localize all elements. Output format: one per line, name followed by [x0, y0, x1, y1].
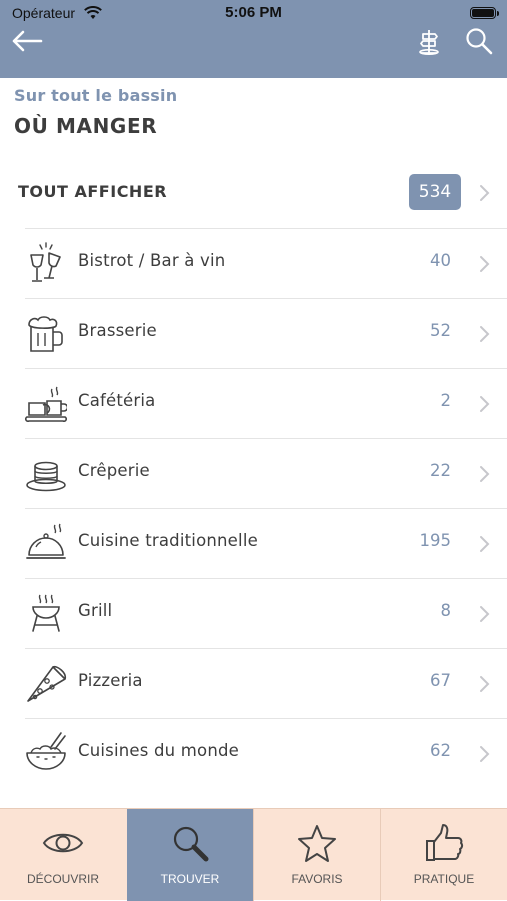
- tab-label: PRATIQUE: [413, 872, 475, 886]
- tab-pratique[interactable]: PRATIQUE: [381, 809, 507, 901]
- category-count: 195: [419, 531, 452, 550]
- category-row-creperie[interactable]: Crêperie 22: [25, 438, 507, 508]
- tab-label: DÉCOUVRIR: [26, 872, 99, 886]
- chevron-right-icon: [480, 326, 490, 342]
- star-icon: [298, 825, 336, 862]
- chevron-right-icon: [480, 536, 490, 552]
- thumbs-up-icon: [426, 824, 464, 861]
- chevron-right-icon: [480, 746, 490, 762]
- beer-mug-icon: [28, 316, 63, 352]
- search-icon: [466, 28, 493, 55]
- wine-glasses-icon: [30, 242, 61, 282]
- tab-label: TROUVER: [160, 872, 220, 886]
- tab-divider: [380, 809, 381, 901]
- tab-favoris[interactable]: FAVORIS: [254, 809, 380, 901]
- category-label: Grill: [78, 601, 113, 620]
- category-count: 8: [440, 601, 452, 620]
- category-label: Crêperie: [78, 461, 150, 480]
- category-label: Cafétéria: [78, 391, 156, 410]
- category-label: Bistrot / Bar à vin: [78, 251, 226, 270]
- status-bar: Opérateur 5:06 PM: [0, 0, 507, 28]
- chevron-right-icon: [480, 606, 490, 622]
- chevron-right-icon: [480, 676, 490, 692]
- category-count: 40: [430, 251, 451, 270]
- category-row-cuisines-du-monde[interactable]: Cuisines du monde 62: [25, 718, 507, 788]
- search-button[interactable]: [462, 26, 496, 56]
- crepe-stack-icon: [26, 461, 66, 492]
- chevron-right-icon: [480, 396, 490, 412]
- show-all-row[interactable]: TOUT AFFICHER 534: [0, 160, 507, 226]
- category-count: 2: [440, 391, 452, 410]
- category-label: Pizzeria: [78, 671, 143, 690]
- chevron-right-icon: [480, 256, 490, 272]
- category-row-grill[interactable]: Grill 8: [25, 578, 507, 648]
- pizza-slice-icon: [27, 665, 67, 702]
- cloche-icon: [26, 523, 66, 559]
- page-title: OÙ MANGER: [14, 114, 158, 138]
- category-count: 67: [430, 671, 451, 690]
- category-label: Cuisines du monde: [78, 741, 240, 760]
- bowl-chopsticks-icon: [26, 732, 66, 770]
- tab-bar: DÉCOUVRIR TROUVER FAVORIS PRATIQUE: [0, 808, 507, 901]
- total-count-badge: 534: [409, 174, 461, 210]
- category-label: Cuisine traditionnelle: [78, 531, 258, 550]
- chevron-right-icon: [480, 185, 490, 201]
- category-label: Brasserie: [78, 321, 157, 340]
- tab-decouvrir[interactable]: DÉCOUVRIR: [0, 809, 126, 901]
- tab-divider: [253, 809, 254, 901]
- category-count: 62: [430, 741, 451, 760]
- category-count: 52: [430, 321, 451, 340]
- tab-trouver[interactable]: TROUVER: [127, 809, 253, 901]
- category-row-brasserie[interactable]: Brasserie 52: [25, 298, 507, 368]
- search-icon: [173, 826, 209, 862]
- tab-label: FAVORIS: [291, 872, 343, 886]
- back-button[interactable]: [10, 26, 44, 56]
- coffee-cup-icon: [25, 386, 67, 423]
- category-count: 22: [430, 461, 451, 480]
- category-row-bistrot[interactable]: Bistrot / Bar à vin 40: [25, 228, 507, 298]
- chevron-right-icon: [480, 466, 490, 482]
- arrow-left-icon: [12, 30, 43, 52]
- category-row-cuisine-traditionnelle[interactable]: Cuisine traditionnelle 195: [25, 508, 507, 578]
- category-row-pizzeria[interactable]: Pizzeria 67: [25, 648, 507, 718]
- page-subtitle: Sur tout le bassin: [14, 86, 178, 105]
- signpost-icon: [419, 30, 439, 55]
- grill-icon: [32, 594, 60, 632]
- show-all-label: TOUT AFFICHER: [18, 182, 168, 201]
- clock: 5:06 PM: [225, 4, 282, 21]
- category-row-cafeteria[interactable]: Cafétéria 2: [25, 368, 507, 438]
- map-button[interactable]: [412, 26, 446, 56]
- battery-icon: [470, 7, 496, 19]
- eye-icon: [42, 833, 84, 853]
- app-header: Opérateur 5:06 PM: [0, 0, 507, 78]
